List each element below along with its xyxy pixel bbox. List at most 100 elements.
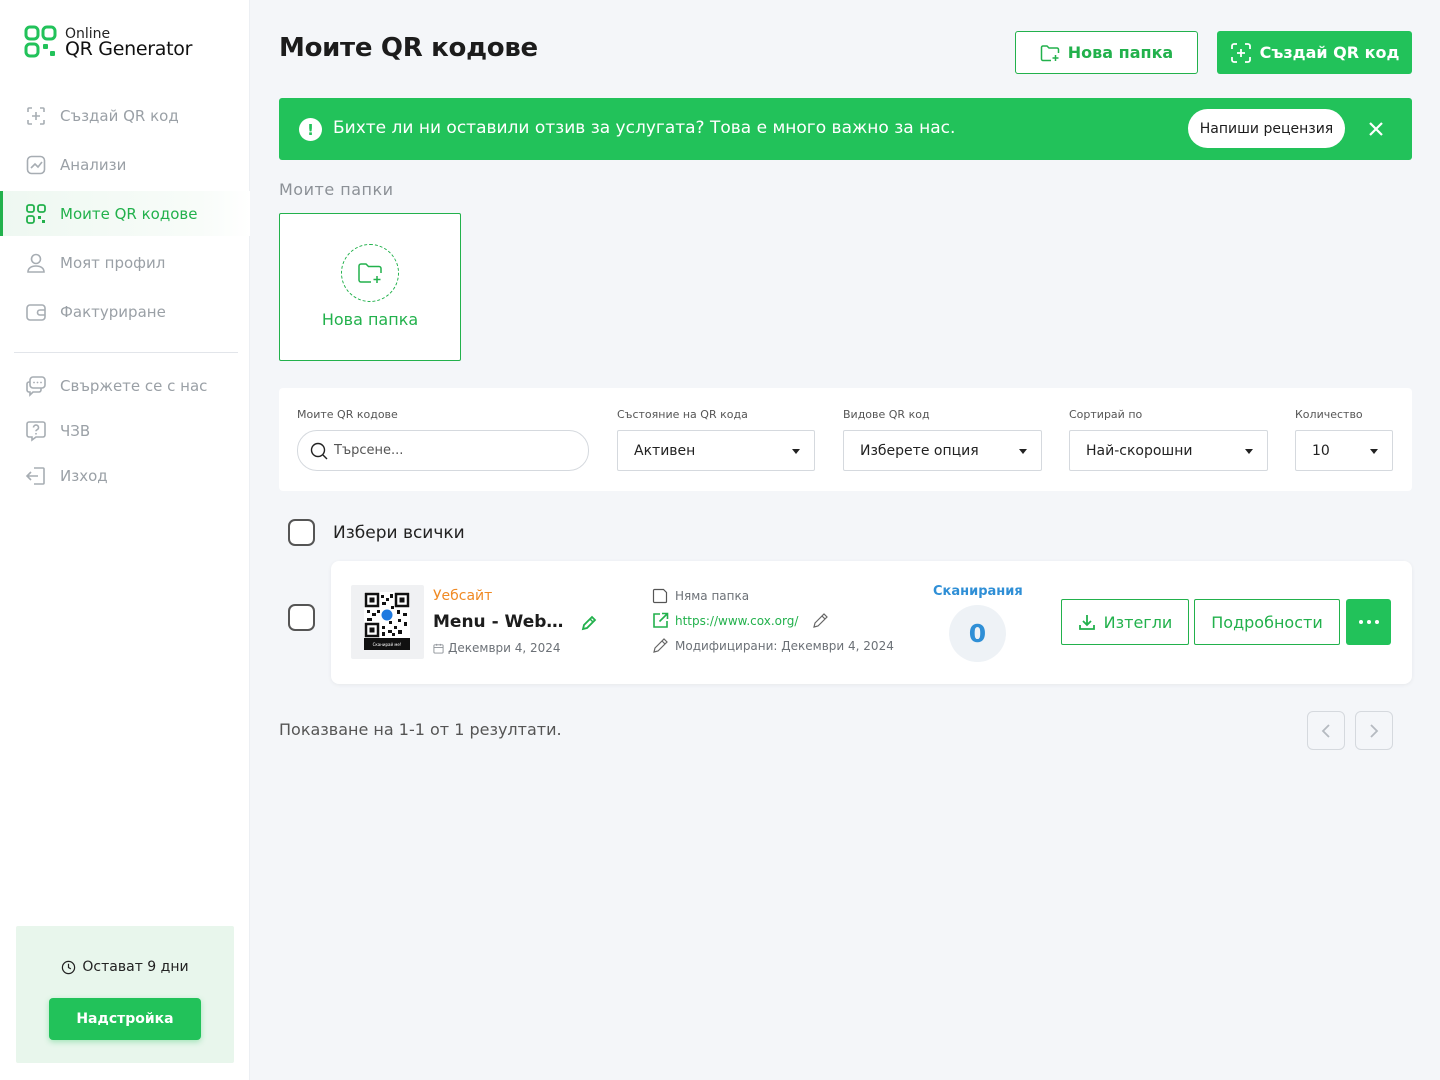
page-title: Моите QR кодове (279, 33, 538, 63)
nav-item-billing[interactable]: Фактуриране (0, 289, 250, 334)
scans-count: 0 (949, 605, 1006, 662)
trial-box: Остават 9 дни Надстройка (16, 926, 234, 1063)
nav-label: Моят профил (60, 253, 166, 272)
qr-folder: Няма папка (652, 588, 749, 604)
qr-created: Декември 4, 2024 (433, 641, 561, 655)
count-label: Количество (1295, 408, 1363, 421)
chevron-right-icon (1370, 723, 1379, 738)
filters-bar: Моите QR кодове Търсене... Състояние на … (279, 388, 1412, 491)
status-select[interactable]: Активен (617, 430, 815, 471)
folder-icon (652, 588, 668, 604)
pencil-icon (653, 638, 668, 653)
qr-icon (24, 202, 48, 226)
qr-logo-icon (24, 25, 58, 59)
close-icon[interactable] (1365, 118, 1387, 140)
trial-days: Остават 9 дни (16, 959, 234, 975)
qr-url[interactable]: https://www.cox.org/ (652, 612, 829, 629)
details-button[interactable]: Подробности (1194, 599, 1340, 645)
chevron-left-icon (1321, 723, 1330, 738)
nav-item-create[interactable]: Създай QR код (0, 93, 250, 138)
qr-type: Уебсайт (433, 588, 493, 604)
sort-select[interactable]: Най-скорошни (1069, 430, 1268, 471)
alert-icon: ! (299, 118, 322, 141)
nav-label: Фактуриране (60, 302, 166, 321)
qr-created-date: Декември 4, 2024 (448, 641, 561, 655)
folder-plus-icon (1040, 44, 1060, 61)
nav-label: ЧЗВ (60, 422, 91, 440)
logo[interactable]: Online QR Generator (24, 24, 192, 60)
count-select[interactable]: 10 (1295, 430, 1393, 471)
results-summary: Показване на 1-1 от 1 резултати. (279, 720, 562, 739)
nav-label: Изход (60, 467, 108, 485)
trial-text: Остават 9 дни (82, 959, 189, 975)
qr-code-image (364, 592, 410, 638)
logout-icon (24, 464, 48, 488)
select-all-label: Избери всички (333, 522, 465, 543)
more-options-button[interactable] (1346, 599, 1391, 645)
download-label: Изтегли (1103, 612, 1173, 632)
nav-item-analytics[interactable]: Анализи (0, 142, 250, 187)
sort-value: Най-скорошни (1086, 442, 1193, 459)
select-all-checkbox[interactable] (288, 519, 315, 546)
create-qr-label: Създай QR код (1259, 43, 1400, 62)
review-banner: ! Бихте ли ни оставили отзив за услугата… (279, 98, 1412, 160)
nav-item-faq[interactable]: ЧЗВ (0, 411, 250, 451)
caret-down-icon (1245, 449, 1253, 454)
folder-plus-icon (341, 244, 399, 302)
chat-icon (24, 374, 48, 398)
type-select[interactable]: Изберете опция (843, 430, 1042, 471)
caret-down-icon (792, 449, 800, 454)
dot-icon (1374, 620, 1379, 624)
scans-label: Сканирания (933, 584, 1023, 599)
qr-modified-text: Модифицирани: Декември 4, 2024 (675, 638, 894, 653)
create-qr-button[interactable]: Създай QR код (1217, 31, 1412, 74)
qr-thumbnail[interactable]: Сканирай ме! (351, 585, 424, 659)
help-icon (24, 419, 48, 443)
qr-folder-text: Няма папка (675, 589, 750, 603)
pencil-icon[interactable] (812, 612, 829, 629)
write-review-button[interactable]: Напиши рецензия (1188, 109, 1345, 148)
sort-label: Сортирай по (1069, 408, 1143, 421)
main-nav: Създай QR код Анализи Моите QR кодове Мо… (0, 93, 250, 338)
download-button[interactable]: Изтегли (1061, 599, 1189, 645)
type-value: Изберете опция (860, 442, 979, 459)
next-page-button[interactable] (1355, 711, 1393, 750)
wallet-icon (24, 300, 48, 324)
caret-down-icon (1019, 449, 1027, 454)
plus-square-icon (24, 104, 48, 128)
user-icon (24, 251, 48, 275)
new-folder-label: Нова папка (1067, 43, 1174, 62)
nav-label: Анализи (60, 155, 127, 174)
qr-caption: Сканирай ме! (364, 638, 410, 650)
prev-page-button[interactable] (1307, 711, 1345, 750)
new-folder-button[interactable]: Нова папка (1015, 31, 1198, 74)
nav-label: Създай QR код (60, 106, 179, 125)
chart-icon (24, 153, 48, 177)
count-value: 10 (1312, 442, 1330, 459)
status-value: Активен (634, 442, 696, 459)
nav-item-my-qr-codes[interactable]: Моите QR кодове (0, 191, 250, 236)
logo-line2: QR Generator (65, 38, 193, 60)
banner-text: Бихте ли ни оставили отзив за услугата? … (333, 118, 956, 138)
search-input[interactable]: Търсене... (297, 430, 589, 471)
nav-divider (14, 352, 238, 353)
search-icon (310, 442, 328, 459)
secondary-nav: Свържете се с нас ЧЗВ Изход (0, 366, 250, 501)
nav-item-contact[interactable]: Свържете се с нас (0, 366, 250, 406)
row-checkbox[interactable] (288, 604, 315, 631)
nav-item-profile[interactable]: Моят профил (0, 240, 250, 285)
upgrade-button[interactable]: Надстройка (49, 998, 201, 1040)
search-label: Моите QR кодове (297, 408, 398, 421)
pencil-icon[interactable] (581, 615, 597, 635)
row-checkbox-wrapper (288, 604, 315, 631)
select-all-row: Избери всички (288, 519, 465, 546)
download-icon (1078, 615, 1095, 630)
calendar-icon (433, 643, 444, 654)
nav-item-logout[interactable]: Изход (0, 456, 250, 496)
new-folder-card[interactable]: Нова папка (279, 213, 461, 361)
nav-label: Моите QR кодове (60, 204, 198, 223)
qr-name: Menu - Website (433, 612, 569, 632)
qr-url-text: https://www.cox.org/ (675, 613, 799, 628)
qr-modified: Модифицирани: Декември 4, 2024 (652, 637, 894, 654)
status-label: Състояние на QR кода (617, 408, 748, 421)
